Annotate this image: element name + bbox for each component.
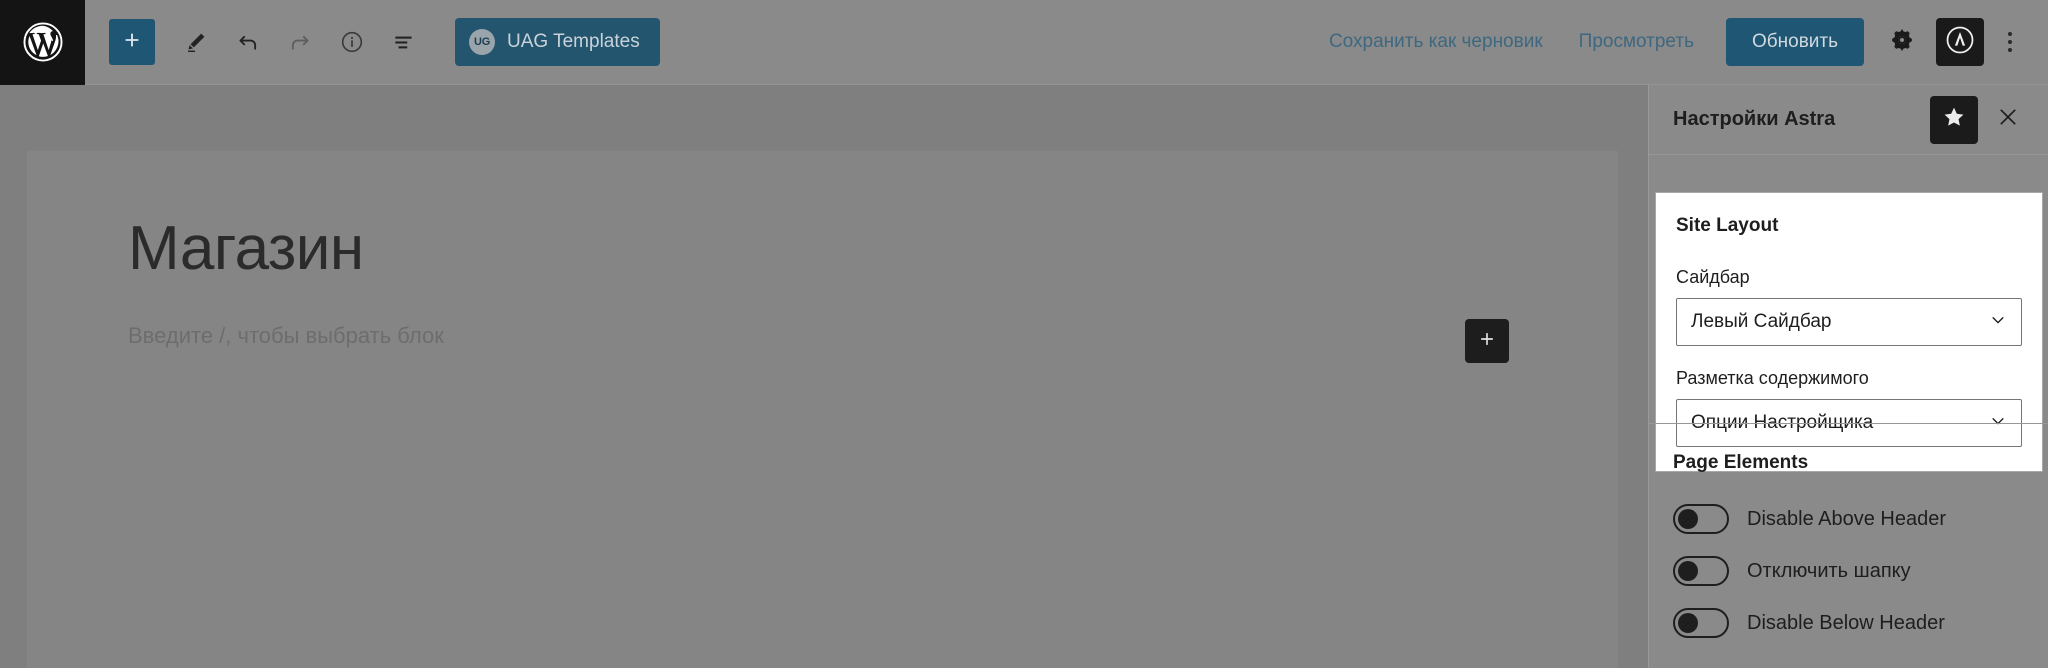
toggle-switch[interactable] <box>1673 556 1729 586</box>
settings-button[interactable] <box>1878 18 1926 66</box>
toolbar-left-group: UG UAG Templates <box>85 18 660 66</box>
page-elements-heading: Page Elements <box>1673 452 1809 473</box>
block-appender-button[interactable] <box>1465 319 1509 363</box>
details-button[interactable] <box>329 19 375 65</box>
site-layout-heading: Site Layout <box>1676 215 1779 236</box>
close-sidebar-button[interactable] <box>1986 98 2030 142</box>
toggle-switch[interactable] <box>1673 504 1729 534</box>
sidebar-title: Настройки Astra <box>1673 108 1836 130</box>
block-placeholder-text[interactable]: Введите /, чтобы выбрать блок <box>128 323 444 349</box>
wordpress-logo-button[interactable] <box>0 0 85 85</box>
add-block-button[interactable] <box>109 19 155 65</box>
kebab-dot <box>2008 40 2012 44</box>
close-x-icon <box>1996 105 2020 134</box>
editor-canvas[interactable]: Магазин Введите /, чтобы выбрать блок <box>27 151 1618 668</box>
toggle-knob <box>1678 613 1698 633</box>
list-view-button[interactable] <box>381 19 427 65</box>
star-icon <box>1941 104 1967 135</box>
toggle-switch[interactable] <box>1673 608 1729 638</box>
list-view-icon <box>391 29 417 55</box>
preview-button[interactable]: Просмотреть <box>1561 21 1712 63</box>
kebab-menu-icon <box>2008 32 2012 36</box>
toggle-row-disable-below-header[interactable]: Disable Below Header <box>1673 608 2025 638</box>
favorite-button[interactable] <box>1930 95 1978 144</box>
toggle-label: Disable Above Header <box>1747 507 1947 530</box>
wordpress-logo-icon <box>22 21 64 63</box>
sidebar-select[interactable]: Левый Сайдбар <box>1676 298 2022 346</box>
astra-settings-button[interactable] <box>1936 18 1984 66</box>
uag-templates-button[interactable]: UG UAG Templates <box>455 18 660 66</box>
chevron-down-icon <box>1989 311 2007 334</box>
uag-badge: UG <box>469 29 495 55</box>
astra-settings-sidebar: Настройки Astra Site Layout Сайдбар Левы… <box>1648 85 2048 668</box>
save-draft-button[interactable]: Сохранить как черновик <box>1311 21 1561 63</box>
more-options-button[interactable] <box>1990 18 2030 66</box>
edit-tool-button[interactable] <box>173 19 219 65</box>
content-layout-field-label: Разметка содержимого <box>1676 368 1869 388</box>
sidebar-header: Настройки Astra <box>1649 85 2048 155</box>
page-elements-section: Page Elements Disable Above Header Отклю… <box>1649 423 2048 660</box>
pencil-icon <box>184 30 208 54</box>
kebab-dot <box>2008 48 2012 52</box>
toolbar-right-group: Сохранить как черновик Просмотреть Обнов… <box>1311 18 2048 66</box>
info-circle-icon <box>339 29 365 55</box>
editor-region: Магазин Введите /, чтобы выбрать блок <box>0 85 1648 668</box>
gear-icon <box>1889 27 1915 58</box>
update-button[interactable]: Обновить <box>1725 18 1864 66</box>
toggle-row-disable-header[interactable]: Отключить шапку <box>1673 556 2025 586</box>
sidebar-field-label: Сайдбар <box>1676 267 1750 287</box>
toggle-knob <box>1678 509 1698 529</box>
toggle-row-disable-above-header[interactable]: Disable Above Header <box>1673 504 2025 534</box>
undo-button[interactable] <box>225 19 271 65</box>
toggle-label: Disable Below Header <box>1747 611 1945 634</box>
undo-arrow-icon <box>235 29 261 55</box>
toggle-label: Отключить шапку <box>1747 559 1911 582</box>
post-title[interactable]: Магазин <box>128 214 364 283</box>
wordpress-block-editor: UG UAG Templates Сохранить как черновик … <box>0 0 2048 668</box>
redo-button[interactable] <box>277 19 323 65</box>
astra-logo-icon <box>1945 25 1975 60</box>
uag-templates-label: UAG Templates <box>507 31 640 52</box>
sidebar-select-value: Левый Сайдбар <box>1691 311 1832 332</box>
plus-icon <box>1477 329 1497 354</box>
plus-icon <box>121 29 143 56</box>
redo-arrow-icon <box>287 29 313 55</box>
toggle-knob <box>1678 561 1698 581</box>
editor-toolbar: UG UAG Templates Сохранить как черновик … <box>0 0 2048 85</box>
